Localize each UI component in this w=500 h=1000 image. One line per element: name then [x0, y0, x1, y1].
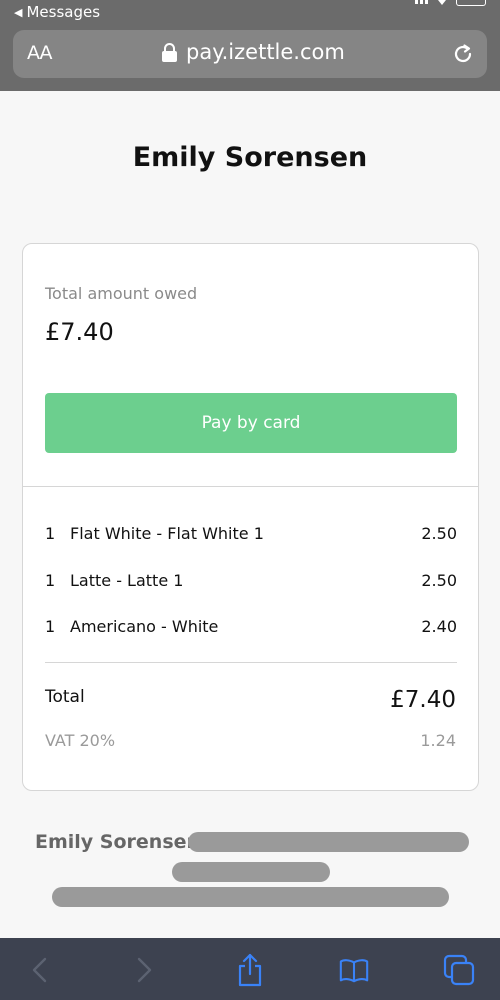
merchant-name: Emily Sorensen	[35, 831, 201, 853]
wifi-icon	[438, 0, 446, 5]
item-quantity: 1	[45, 617, 56, 636]
line-item: 1 Latte - Latte 1 2.50	[45, 571, 457, 618]
owed-label: Total amount owed	[45, 284, 198, 303]
item-price: 2.50	[421, 524, 457, 543]
pay-by-card-button[interactable]: Pay by card	[45, 393, 457, 453]
redacted-address	[172, 862, 330, 882]
back-app-label: Messages	[26, 3, 101, 21]
item-quantity: 1	[45, 570, 56, 590]
forward-icon[interactable]	[128, 954, 160, 986]
vat-value: 1.24	[420, 731, 456, 750]
redacted-address	[188, 832, 469, 852]
reload-icon[interactable]	[451, 42, 475, 66]
total-label: Total	[45, 687, 85, 707]
total-value: £7.40	[390, 687, 456, 713]
back-to-messages[interactable]: ◀ Messages	[14, 3, 100, 21]
payment-card: Total amount owed £7.40 Pay by card 1 Fl…	[22, 243, 479, 791]
address-bar[interactable]: AA pay.izettle.com	[13, 30, 487, 78]
battery-icon	[456, 0, 486, 6]
item-name: Americano - White	[70, 617, 219, 636]
item-price: 2.40	[421, 617, 457, 636]
item-quantity: 1	[45, 524, 56, 543]
item-name: Latte - Latte 1	[70, 570, 184, 590]
tabs-icon[interactable]	[443, 954, 475, 986]
text-size-button[interactable]: AA	[27, 42, 53, 64]
share-icon[interactable]	[234, 953, 266, 987]
url-text[interactable]: pay.izettle.com	[186, 40, 345, 64]
item-name: Flat White - Flat White 1	[70, 524, 264, 543]
divider	[45, 662, 457, 663]
redacted-address	[52, 887, 449, 907]
back-icon[interactable]	[24, 954, 56, 986]
signal-icon	[415, 0, 428, 4]
browser-chrome: ◀ Messages AA pay.izettle.com	[0, 0, 500, 91]
status-indicators	[415, 0, 486, 6]
browser-toolbar	[0, 938, 500, 1000]
line-items: 1 Flat White - Flat White 1 2.50 1 Latte…	[45, 524, 457, 664]
back-triangle-icon: ◀	[14, 5, 23, 19]
item-price: 2.50	[421, 570, 457, 590]
owed-amount: £7.40	[45, 318, 114, 346]
line-item: 1 Flat White - Flat White 1 2.50	[45, 524, 457, 571]
line-item: 1 Americano - White 2.40	[45, 617, 457, 664]
page-title: Emily Sorensen	[132, 142, 368, 173]
vat-label: VAT 20%	[45, 731, 116, 750]
divider	[23, 486, 478, 487]
lock-icon	[162, 43, 177, 63]
bookmarks-icon[interactable]	[338, 954, 370, 986]
